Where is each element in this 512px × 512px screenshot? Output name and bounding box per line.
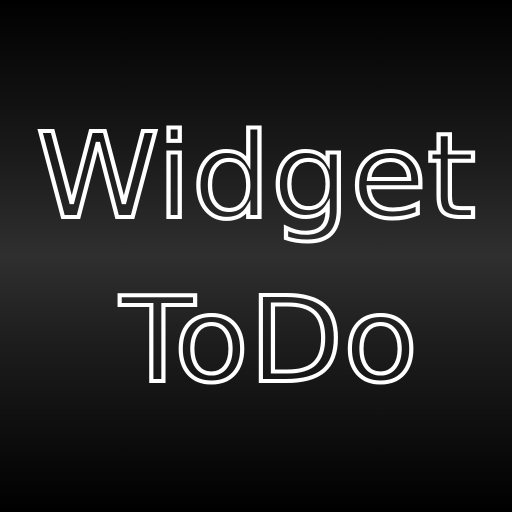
- app-icon: Widget ToDo: [0, 0, 512, 512]
- app-title-line-2: ToDo: [119, 271, 418, 409]
- app-icon-logo: Widget ToDo: [34, 105, 478, 411]
- app-title-line-1: Widget: [36, 107, 476, 245]
